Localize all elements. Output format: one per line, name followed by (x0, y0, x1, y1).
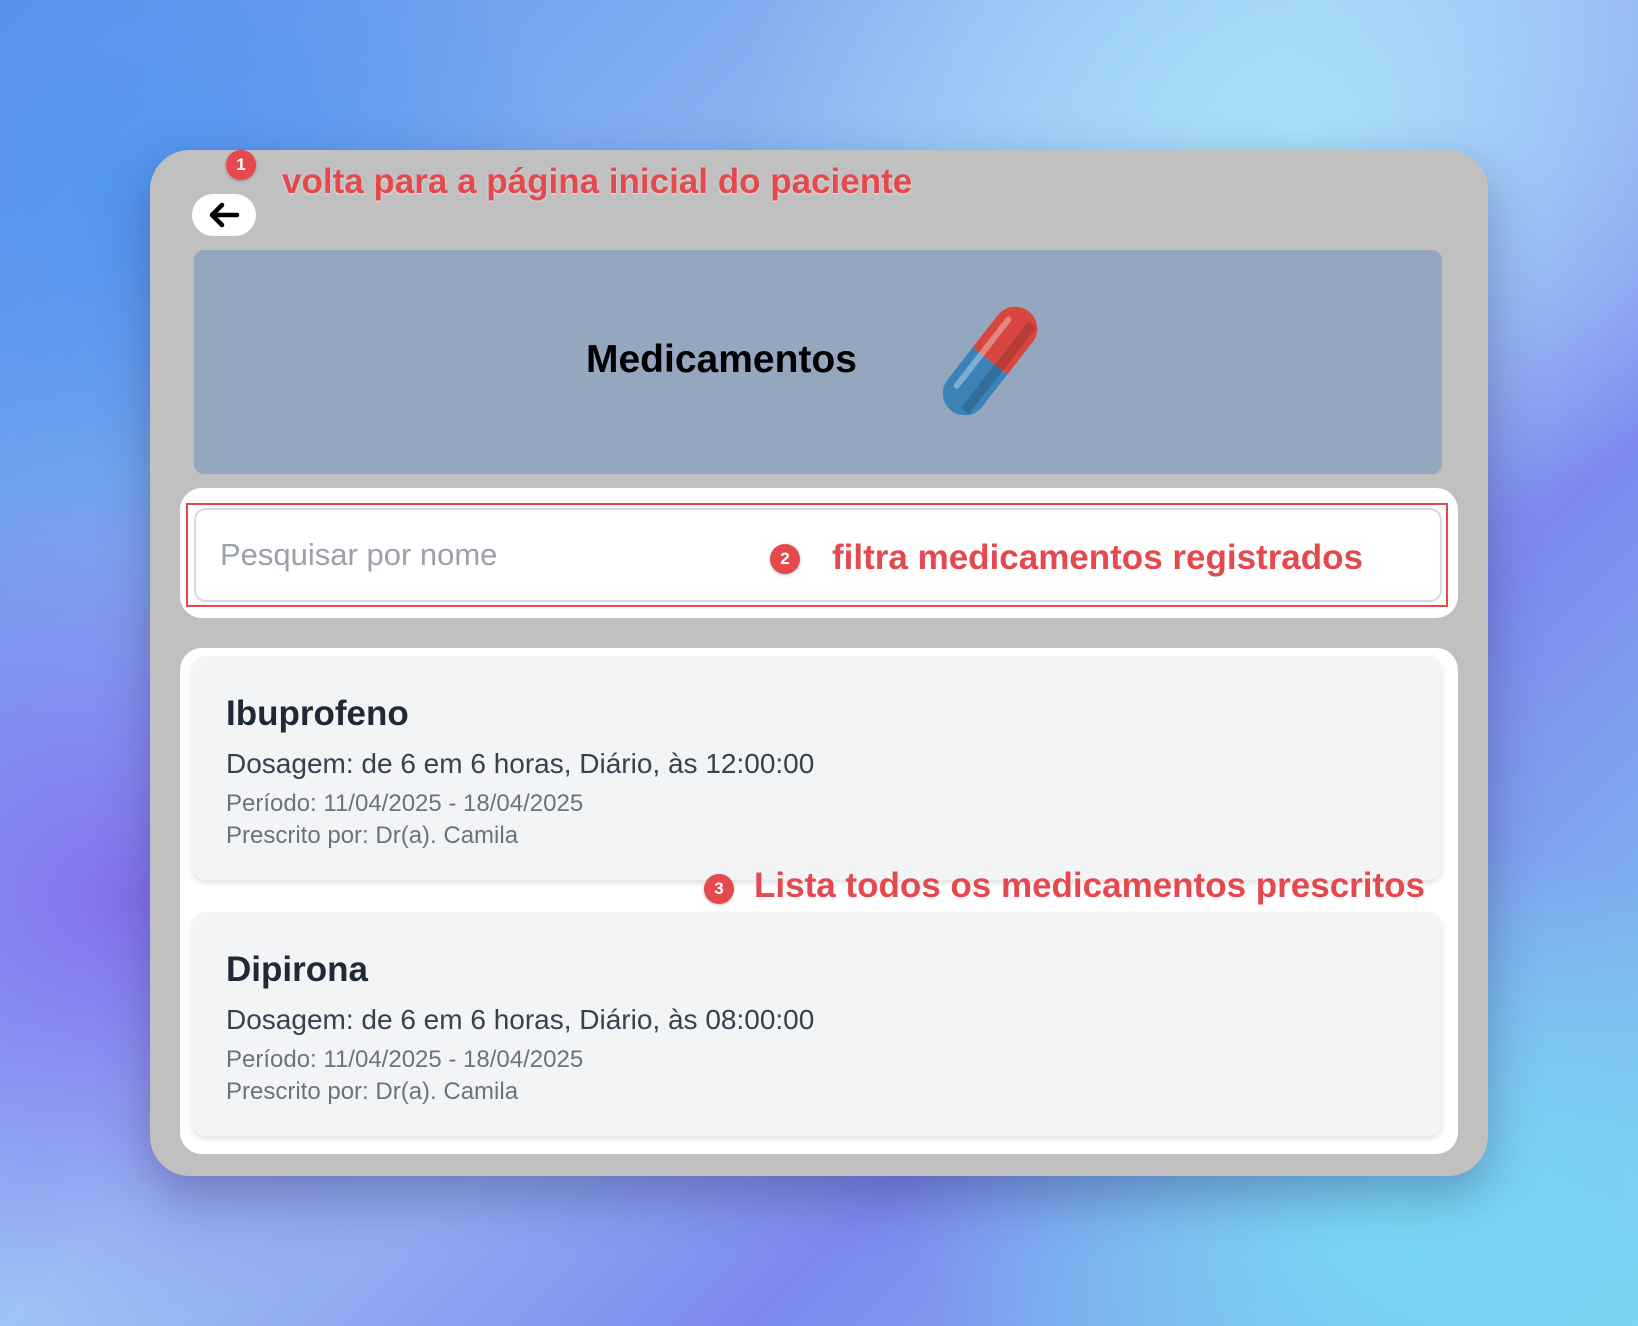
annotation-text-3: Lista todos os medicamentos prescritos (754, 866, 1426, 905)
medication-prescriber: Prescrito por: Dr(a). Camila (226, 822, 519, 849)
annotation-badge-1: 1 (226, 150, 256, 180)
medication-item[interactable]: Dipirona Dosagem: de 6 em 6 horas, Diári… (192, 912, 1442, 1136)
back-button[interactable] (192, 194, 256, 236)
medication-period: Período: 11/04/2025 - 18/04/2025 (226, 790, 584, 817)
medication-period: Período: 11/04/2025 - 18/04/2025 (226, 1046, 584, 1073)
pill-icon (933, 296, 1047, 431)
annotation-badge-2: 2 (770, 544, 800, 574)
medication-name: Dipirona (226, 950, 368, 989)
search-card: 2 filtra medicamentos registrados (180, 488, 1458, 618)
medication-list: Ibuprofeno Dosagem: de 6 em 6 horas, Diá… (180, 648, 1458, 1154)
medication-dosage: Dosagem: de 6 em 6 horas, Diário, às 12:… (226, 748, 815, 779)
medication-name: Ibuprofeno (226, 694, 409, 733)
app-window: 1 volta para a página inicial do pacient… (150, 150, 1488, 1176)
annotation-text-1: volta para a página inicial do paciente (282, 162, 913, 201)
page-header: Medicamentos (194, 250, 1442, 474)
medication-dosage: Dosagem: de 6 em 6 horas, Diário, às 08:… (226, 1004, 815, 1035)
annotation-badge-3: 3 (704, 874, 734, 904)
arrow-left-icon (209, 202, 240, 228)
page-title: Medicamentos (586, 338, 857, 381)
annotation-text-2: filtra medicamentos registrados (832, 538, 1363, 577)
medication-prescriber: Prescrito por: Dr(a). Camila (226, 1078, 519, 1105)
medication-item[interactable]: Ibuprofeno Dosagem: de 6 em 6 horas, Diá… (192, 656, 1442, 880)
